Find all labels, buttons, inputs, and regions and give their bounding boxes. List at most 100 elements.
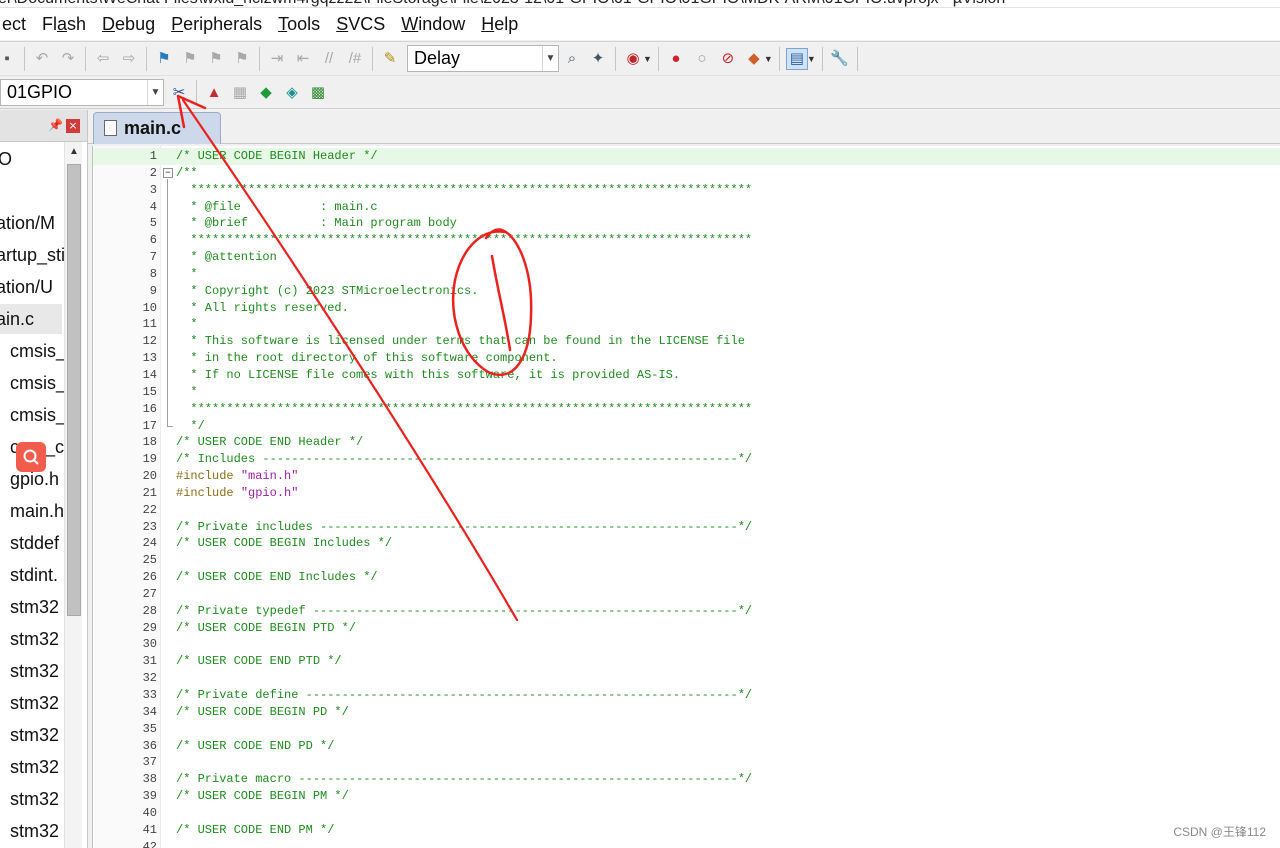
code-line[interactable]: 38 /* Private macro ---------------------… bbox=[93, 771, 1280, 788]
tree-item[interactable]: stm32 bbox=[10, 752, 59, 782]
tree-item[interactable]: stm32 bbox=[10, 720, 59, 750]
chevron-down-icon[interactable]: ▼ bbox=[807, 54, 816, 64]
menu-item-ect[interactable]: ect bbox=[0, 14, 34, 35]
tree-item[interactable]: stm32 bbox=[10, 656, 59, 686]
incremental-find-icon[interactable]: ✦ bbox=[587, 48, 609, 70]
code-line[interactable]: 5 * @brief : Main program body bbox=[93, 215, 1280, 232]
bookmark-prev-icon[interactable]: ⚑ bbox=[179, 48, 201, 70]
tree-item[interactable]: cmsis_ bbox=[10, 336, 66, 366]
tree-item[interactable]: artup_sti bbox=[0, 240, 65, 270]
scroll-up-icon[interactable]: ▲ bbox=[66, 146, 82, 162]
menu-item-help[interactable]: Help bbox=[473, 14, 526, 35]
code-line[interactable]: 23 /* Private includes ------------------… bbox=[93, 519, 1280, 536]
tree-item[interactable]: O bbox=[0, 144, 12, 174]
comment-icon[interactable]: // bbox=[318, 48, 340, 70]
uncomment-icon[interactable]: /# bbox=[344, 48, 366, 70]
code-line[interactable]: 9 * Copyright (c) 2023 STMicroelectronic… bbox=[93, 283, 1280, 300]
tree-item[interactable]: ain.c bbox=[0, 304, 62, 334]
tree-item[interactable]: stm32 bbox=[10, 784, 59, 814]
code-line[interactable]: 4 * @file : main.c bbox=[93, 199, 1280, 216]
target-select[interactable]: 01GPIO ▼ bbox=[0, 78, 164, 106]
code-line[interactable]: 42 bbox=[93, 839, 1280, 848]
tree-item[interactable]: stm32 bbox=[10, 624, 59, 654]
manage-project-items-icon[interactable]: ▲ bbox=[203, 81, 225, 103]
chevron-down-icon[interactable]: ▼ bbox=[764, 54, 773, 64]
find-in-files-icon[interactable]: ✎ bbox=[379, 48, 401, 70]
code-editor[interactable]: 1/* USER CODE BEGIN Header */2/** −3 ****… bbox=[92, 146, 1280, 848]
bookmark-toggle-icon[interactable]: ⚑ bbox=[153, 48, 175, 70]
code-line[interactable]: 20 #include "main.h" bbox=[93, 468, 1280, 485]
tree-item[interactable]: cmsis_ bbox=[10, 400, 66, 430]
code-line[interactable]: 39 /* USER CODE BEGIN PM */ bbox=[93, 788, 1280, 805]
menu-item-peripherals[interactable]: Peripherals bbox=[163, 14, 270, 35]
menu-item-svcs[interactable]: SVCS bbox=[328, 14, 393, 35]
project-panel-scrollbar[interactable]: ▲ bbox=[64, 142, 82, 848]
redo-icon[interactable]: ↷ bbox=[57, 48, 79, 70]
disable-breakpoints-icon[interactable]: ⊘ bbox=[717, 48, 739, 70]
undo-icon[interactable]: ↶ bbox=[31, 48, 53, 70]
code-line[interactable]: 27 bbox=[93, 586, 1280, 603]
code-line[interactable]: 6 **************************************… bbox=[93, 232, 1280, 249]
code-line[interactable]: 32 bbox=[93, 670, 1280, 687]
debug-session-icon[interactable]: ◉ bbox=[622, 48, 644, 70]
code-line[interactable]: 37 bbox=[93, 754, 1280, 771]
navigate-back-icon[interactable]: ⇦ bbox=[92, 48, 114, 70]
bookmark-clear-icon[interactable]: ⚑ bbox=[231, 48, 253, 70]
code-line[interactable]: 33 /* Private define --------------------… bbox=[93, 687, 1280, 704]
unindent-icon[interactable]: ⇤ bbox=[292, 48, 314, 70]
code-line[interactable]: 13 * in the root directory of this softw… bbox=[93, 350, 1280, 367]
code-line[interactable]: 11 * bbox=[93, 316, 1280, 333]
code-line[interactable]: 17 */ bbox=[93, 418, 1280, 435]
code-line[interactable]: 10 * All rights reserved. bbox=[93, 300, 1280, 317]
tree-item[interactable]: ation/U bbox=[0, 272, 53, 302]
code-line[interactable]: 29 /* USER CODE BEGIN PTD */ bbox=[93, 620, 1280, 637]
code-line[interactable]: 3 **************************************… bbox=[93, 182, 1280, 199]
code-line[interactable]: 14 * If no LICENSE file comes with this … bbox=[93, 367, 1280, 384]
scrollbar-thumb[interactable] bbox=[67, 164, 81, 616]
tree-item[interactable]: ation/M bbox=[0, 208, 55, 238]
code-line[interactable]: 18 /* USER CODE END Header */ bbox=[93, 434, 1280, 451]
code-line[interactable]: 40 bbox=[93, 805, 1280, 822]
bookmark-next-icon[interactable]: ⚑ bbox=[205, 48, 227, 70]
find-combo[interactable]: Delay ▼ bbox=[407, 45, 559, 72]
options-for-target-icon[interactable]: ✂ bbox=[168, 81, 190, 103]
close-icon[interactable]: × bbox=[66, 119, 80, 133]
code-line[interactable]: 36 /* USER CODE END PD */ bbox=[93, 738, 1280, 755]
tree-item[interactable]: stddef bbox=[10, 528, 59, 558]
code-line[interactable]: 1 /* USER CODE BEGIN Header */ bbox=[93, 148, 1280, 165]
chevron-down-icon[interactable]: ▼ bbox=[643, 54, 652, 64]
menu-item-debug[interactable]: Debug bbox=[94, 14, 163, 35]
code-line[interactable]: 34 /* USER CODE BEGIN PD */ bbox=[93, 704, 1280, 721]
insert-breakpoint-icon[interactable]: ● bbox=[665, 48, 687, 70]
code-line[interactable]: 16 *************************************… bbox=[93, 401, 1280, 418]
tree-item[interactable]: stm32 bbox=[10, 592, 59, 622]
code-line[interactable]: 30 bbox=[93, 636, 1280, 653]
fold-toggle-icon[interactable]: − bbox=[163, 167, 173, 178]
enable-breakpoint-icon[interactable]: ○ bbox=[691, 48, 713, 70]
chevron-down-icon[interactable]: ▼ bbox=[147, 79, 163, 105]
indent-icon[interactable]: ⇥ bbox=[266, 48, 288, 70]
tree-item[interactable]: main.h bbox=[10, 496, 64, 526]
search-icon[interactable] bbox=[16, 442, 46, 472]
tree-item[interactable]: stdint. bbox=[10, 560, 58, 590]
tab-main-c[interactable]: main.c bbox=[93, 112, 221, 144]
code-line[interactable]: 12 * This software is licensed under ter… bbox=[93, 333, 1280, 350]
code-line[interactable]: 7 * @attention bbox=[93, 249, 1280, 266]
save-all-icon[interactable]: ▪ bbox=[0, 48, 18, 70]
code-line[interactable]: 22 bbox=[93, 502, 1280, 519]
code-line[interactable]: 19 /* Includes --------------------------… bbox=[93, 451, 1280, 468]
code-line[interactable]: 15 * bbox=[93, 384, 1280, 401]
file-extensions-icon[interactable]: ▦ bbox=[229, 81, 251, 103]
code-line[interactable]: 31 /* USER CODE END PTD */ bbox=[93, 653, 1280, 670]
code-line[interactable]: 28 /* Private typedef -------------------… bbox=[93, 603, 1280, 620]
configuration-wrench-icon[interactable]: 🔧 bbox=[829, 48, 851, 70]
code-line[interactable]: 41 /* USER CODE END PM */ bbox=[93, 822, 1280, 839]
tree-item[interactable]: stm32 bbox=[10, 688, 59, 718]
find-icon[interactable]: ⌕ bbox=[561, 48, 583, 70]
tree-item[interactable]: stm32 bbox=[10, 816, 59, 846]
navigate-forward-icon[interactable]: ⇨ bbox=[118, 48, 140, 70]
code-line[interactable]: 8 * bbox=[93, 266, 1280, 283]
kill-breakpoints-icon[interactable]: ◆ bbox=[743, 48, 765, 70]
select-software-packs-icon[interactable]: ◈ bbox=[281, 81, 303, 103]
chevron-down-icon[interactable]: ▼ bbox=[542, 46, 558, 71]
